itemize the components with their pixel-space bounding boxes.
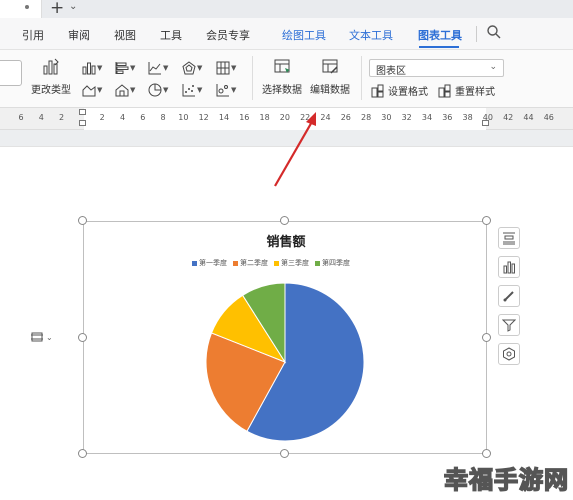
resize-handle-s[interactable] bbox=[280, 449, 289, 458]
chevron-down-icon: ⌄ bbox=[46, 332, 53, 342]
column-chart-icon bbox=[503, 261, 515, 274]
chart-filter-button[interactable] bbox=[498, 314, 520, 336]
chart-type-button[interactable] bbox=[498, 256, 520, 278]
chart-style-button[interactable] bbox=[498, 285, 520, 307]
resize-handle-w[interactable] bbox=[78, 333, 87, 342]
layout-options-button[interactable]: ⌄ bbox=[30, 330, 53, 344]
filter-icon bbox=[502, 319, 516, 332]
resize-handle-e[interactable] bbox=[482, 333, 491, 342]
resize-handle-nw[interactable] bbox=[78, 216, 87, 225]
resize-handle-se[interactable] bbox=[482, 449, 491, 458]
site-watermark: 幸福手游网 bbox=[443, 465, 569, 495]
chart-object[interactable]: 销售额 第一季度 第二季度 第三季度 第四季度 bbox=[83, 221, 487, 454]
resize-handle-n[interactable] bbox=[280, 216, 289, 225]
chart-settings-button[interactable] bbox=[498, 343, 520, 365]
chart-elements-icon bbox=[503, 232, 515, 245]
brush-icon bbox=[503, 291, 514, 302]
chart-elements-button[interactable] bbox=[498, 227, 520, 249]
resize-handle-ne[interactable] bbox=[482, 216, 491, 225]
layout-options-icon bbox=[31, 332, 43, 342]
resize-handle-sw[interactable] bbox=[78, 449, 87, 458]
settings-hexagon-icon bbox=[503, 347, 515, 361]
pie-chart-plot[interactable] bbox=[84, 222, 488, 455]
